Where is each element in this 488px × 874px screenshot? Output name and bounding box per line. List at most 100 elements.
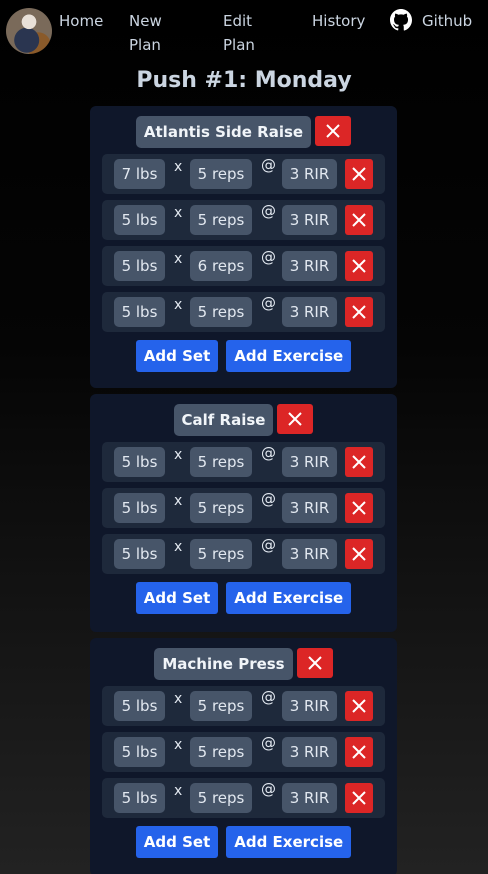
weight-chip[interactable]: 5 lbs — [114, 539, 165, 569]
times-symbol: x — [174, 493, 183, 509]
at-symbol: @ — [261, 536, 276, 554]
avatar[interactable] — [6, 8, 52, 54]
weight-chip[interactable]: 5 lbs — [114, 783, 165, 813]
reps-chip[interactable]: 5 reps — [190, 447, 252, 477]
set-row: 5 lbs x 5 reps @ 3 RIR — [102, 200, 385, 240]
delete-set-button[interactable] — [345, 205, 373, 235]
reps-chip[interactable]: 5 reps — [190, 205, 252, 235]
add-set-button[interactable]: Add Set — [135, 340, 219, 372]
set-row: 5 lbs x 5 reps @ 3 RIR — [102, 534, 385, 574]
close-icon — [352, 791, 366, 805]
weight-chip[interactable]: 5 lbs — [114, 447, 165, 477]
delete-set-button[interactable] — [345, 691, 373, 721]
set-row: 5 lbs x 6 reps @ 3 RIR — [102, 246, 385, 286]
at-symbol: @ — [261, 688, 276, 706]
weight-chip[interactable]: 5 lbs — [114, 493, 165, 523]
exercise-name[interactable]: Atlantis Side Raise — [135, 116, 312, 148]
exercise-card: Atlantis Side Raise 7 lbs x 5 reps @ 3 R… — [90, 106, 397, 388]
reps-chip[interactable]: 5 reps — [190, 783, 252, 813]
set-row: 5 lbs x 5 reps @ 3 RIR — [102, 686, 385, 726]
times-symbol: x — [174, 159, 183, 175]
reps-chip[interactable]: 5 reps — [190, 691, 252, 721]
close-icon — [352, 305, 366, 319]
rir-chip[interactable]: 3 RIR — [282, 297, 337, 327]
rir-chip[interactable]: 3 RIR — [282, 493, 337, 523]
weight-chip[interactable]: 5 lbs — [114, 737, 165, 767]
at-symbol: @ — [261, 294, 276, 312]
add-set-button[interactable]: Add Set — [135, 582, 219, 614]
times-symbol: x — [174, 737, 183, 753]
rir-chip[interactable]: 3 RIR — [282, 737, 337, 767]
delete-exercise-button[interactable] — [277, 404, 314, 434]
reps-chip[interactable]: 6 reps — [190, 251, 252, 281]
reps-chip[interactable]: 5 reps — [190, 297, 252, 327]
nav-github[interactable]: Github — [422, 9, 472, 33]
times-symbol: x — [174, 297, 183, 313]
reps-chip[interactable]: 5 reps — [190, 159, 252, 189]
at-symbol: @ — [261, 734, 276, 752]
rir-chip[interactable]: 3 RIR — [282, 539, 337, 569]
nav-home[interactable]: Home — [59, 9, 103, 33]
set-row: 5 lbs x 5 reps @ 3 RIR — [102, 488, 385, 528]
add-set-button[interactable]: Add Set — [135, 826, 219, 858]
add-exercise-button[interactable]: Add Exercise — [226, 826, 352, 858]
delete-set-button[interactable] — [345, 297, 373, 327]
rir-chip[interactable]: 3 RIR — [282, 783, 337, 813]
delete-set-button[interactable] — [345, 737, 373, 767]
times-symbol: x — [174, 447, 183, 463]
delete-exercise-button[interactable] — [296, 648, 333, 678]
weight-chip[interactable]: 5 lbs — [114, 205, 165, 235]
delete-set-button[interactable] — [345, 783, 373, 813]
nav-history[interactable]: History — [312, 9, 365, 33]
page-title: Push #1: Monday — [136, 68, 352, 93]
delete-set-button[interactable] — [345, 447, 373, 477]
times-symbol: x — [174, 783, 183, 799]
at-symbol: @ — [261, 780, 276, 798]
close-icon — [326, 124, 340, 138]
exercise-card: Machine Press 5 lbs x 5 reps @ 3 RIR 5 l… — [90, 638, 397, 874]
close-icon — [288, 412, 303, 426]
exercise-card: Calf Raise 5 lbs x 5 reps @ 3 RIR 5 lbs … — [90, 394, 397, 632]
delete-set-button[interactable] — [345, 251, 373, 281]
close-icon — [352, 547, 366, 561]
nav-edit-plan[interactable]: Edit Plan — [223, 9, 283, 57]
rir-chip[interactable]: 3 RIR — [282, 691, 337, 721]
at-symbol: @ — [261, 202, 276, 220]
exercise-name[interactable]: Calf Raise — [173, 404, 274, 436]
weight-chip[interactable]: 5 lbs — [114, 297, 165, 327]
rir-chip[interactable]: 3 RIR — [282, 159, 337, 189]
set-row: 5 lbs x 5 reps @ 3 RIR — [102, 778, 385, 818]
exercise-name[interactable]: Machine Press — [154, 648, 293, 680]
delete-set-button[interactable] — [345, 493, 373, 523]
weight-chip[interactable]: 5 lbs — [114, 251, 165, 281]
at-symbol: @ — [261, 156, 276, 174]
times-symbol: x — [174, 691, 183, 707]
times-symbol: x — [174, 205, 183, 221]
set-row: 5 lbs x 5 reps @ 3 RIR — [102, 292, 385, 332]
close-icon — [352, 501, 366, 515]
times-symbol: x — [174, 251, 183, 267]
reps-chip[interactable]: 5 reps — [190, 493, 252, 523]
github-icon[interactable] — [390, 9, 412, 31]
rir-chip[interactable]: 3 RIR — [282, 205, 337, 235]
add-exercise-button[interactable]: Add Exercise — [226, 340, 352, 372]
weight-chip[interactable]: 7 lbs — [114, 159, 165, 189]
add-exercise-button[interactable]: Add Exercise — [226, 582, 352, 614]
reps-chip[interactable]: 5 reps — [190, 539, 252, 569]
rir-chip[interactable]: 3 RIR — [282, 447, 337, 477]
navbar: Home New Plan Edit Plan History Github — [0, 0, 488, 60]
times-symbol: x — [174, 539, 183, 555]
close-icon — [352, 455, 366, 469]
at-symbol: @ — [261, 490, 276, 508]
delete-exercise-button[interactable] — [315, 116, 352, 146]
close-icon — [352, 259, 366, 273]
close-icon — [352, 699, 366, 713]
delete-set-button[interactable] — [345, 539, 373, 569]
rir-chip[interactable]: 3 RIR — [282, 251, 337, 281]
reps-chip[interactable]: 5 reps — [190, 737, 252, 767]
delete-set-button[interactable] — [345, 159, 373, 189]
nav-new-plan[interactable]: New Plan — [129, 9, 189, 57]
set-row: 5 lbs x 5 reps @ 3 RIR — [102, 442, 385, 482]
close-icon — [352, 213, 366, 227]
weight-chip[interactable]: 5 lbs — [114, 691, 165, 721]
